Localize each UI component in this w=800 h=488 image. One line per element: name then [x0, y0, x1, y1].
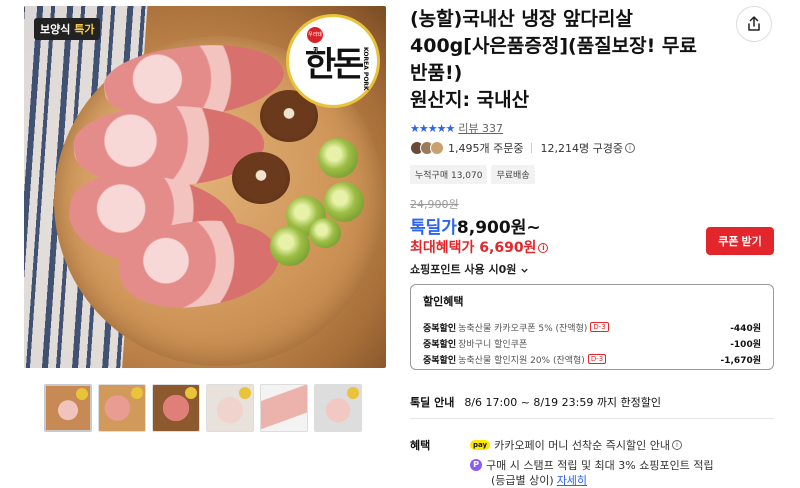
mushroom [232, 152, 290, 204]
grade-text: (등급별 상이) [491, 474, 554, 487]
points-text: 쇼핑포인트 사용 시0원 [410, 263, 517, 276]
thumbnail-6[interactable] [314, 384, 362, 432]
product-title-block: (농할)국내산 냉장 앞다리살 400g[사은품증정](품질보장! 무료반품!)… [410, 6, 710, 114]
brussels-sprout [324, 182, 364, 222]
product-origin: 원산지: 국내산 [410, 89, 530, 111]
promo-badge-prefix: 보양식 [40, 23, 71, 36]
brand-mini-icon [185, 387, 197, 399]
get-coupon-button[interactable]: 쿠폰 받기 [706, 227, 774, 255]
discount-box-title: 할인혜택 [423, 295, 464, 308]
product-main-image: 보양식 특가 우리돼지 한돈 KOREA PORK [24, 6, 386, 368]
hanwoo-brand-logo: 우리돼지 한돈 KOREA PORK [286, 14, 380, 108]
detail-link[interactable]: 자세히 [557, 472, 587, 488]
original-price: 24,900원 [410, 198, 459, 211]
stamp-benefit: P 구매 시 스탬프 적립 및 최대 3% 쇼핑포인트 적립 [470, 457, 714, 473]
buyers-row: 1,495개 주문중 12,214명 구경중 i [410, 140, 635, 156]
deal-info-period: 8/6 17:00 ~ 8/19 23:59 까지 한정할인 [464, 396, 662, 409]
info-icon[interactable]: i [538, 243, 549, 253]
points-dropdown[interactable]: 쇼핑포인트 사용 시0원 [410, 261, 529, 277]
brand-mark-icon: 우리돼지 [307, 27, 323, 54]
thumbnail-5[interactable] [260, 384, 308, 432]
discount-kind: 중복할인 [423, 355, 457, 366]
avatar [430, 141, 444, 155]
buyer-avatars [410, 141, 444, 155]
brand-mini-icon [347, 387, 359, 399]
discount-desc: 장바구니 할인쿠폰 [458, 339, 528, 350]
discount-desc: 농축산물 카카오쿠폰 5% (잔액형) [458, 323, 588, 334]
info-icon[interactable]: i [624, 143, 635, 153]
discount-row: 중복할인 농축산물 카카오쿠폰 5% (잔액형) D-3 -440원 [423, 319, 761, 335]
order-count: 1,495개 주문중 [448, 142, 524, 155]
thumbnail-2[interactable] [98, 384, 146, 432]
product-title: (농할)국내산 냉장 앞다리살 400g[사은품증정](품질보장! 무료반품!) [410, 8, 697, 84]
brussels-sprout [270, 226, 310, 266]
stamp-text: 구매 시 스탬프 적립 및 최대 3% 쇼핑포인트 적립 [486, 459, 714, 472]
max-benefit-price: 최대혜택가 6,690원 i [410, 237, 549, 257]
brussels-sprout [318, 138, 358, 178]
deal-info-label: 톡딜 안내 [410, 396, 455, 409]
info-icon[interactable]: i [672, 440, 682, 450]
deal-price: 톡딜가8,900원~ [410, 213, 541, 238]
brand-name: 한돈 [304, 44, 365, 85]
viewer-count: 12,214명 구경중 [540, 142, 623, 155]
thumbnail-1[interactable] [44, 384, 92, 432]
discount-amount: -1,670원 [720, 355, 761, 366]
discount-amount: -440원 [730, 323, 761, 334]
promo-badge: 보양식 특가 [34, 18, 101, 40]
divider [531, 143, 533, 153]
share-icon [748, 16, 760, 31]
brussels-sprout [309, 218, 341, 248]
stamp-benefit-grade: (등급별 상이) 자세히 [491, 472, 587, 488]
share-button[interactable] [736, 6, 772, 42]
deal-price-value: 8,900원~ [456, 218, 541, 238]
point-icon: P [470, 459, 482, 471]
dday-badge: D-3 [590, 322, 609, 332]
kakaopay-text: 카카오페이 머니 선착순 즉시할인 안내 [494, 439, 670, 452]
discount-row: 중복할인 장바구니 할인쿠폰 -100원 [423, 335, 761, 351]
rating-stars-icon: ★★★★★ [410, 121, 455, 135]
thumbnail-3[interactable] [152, 384, 200, 432]
max-benefit-text: 최대혜택가 6,690원 [410, 240, 537, 256]
benefit-label: 혜택 [410, 439, 431, 452]
discount-amount: -100원 [730, 339, 761, 350]
discount-kind: 중복할인 [423, 339, 457, 350]
review-count-link[interactable]: 리뷰 337 [458, 120, 503, 136]
brand-sub: KOREA PORK [362, 47, 369, 91]
discount-row: 중복할인 농축산물 할인지원 20% (잔액형) D-3 -1,670원 [423, 351, 761, 367]
deal-info-row: 톡딜 안내 8/6 17:00 ~ 8/19 23:59 까지 한정할인 [410, 394, 661, 410]
section-divider [410, 418, 774, 419]
kakaopay-icon: pay [470, 440, 491, 450]
discount-desc: 농축산물 할인지원 20% (잔액형) [458, 355, 585, 366]
chip-cumulative-purchase: 누적구매 13,070 [410, 165, 488, 184]
rating-row: ★★★★★ 리뷰 337 [410, 120, 503, 136]
kakaopay-benefit[interactable]: pay 카카오페이 머니 선착순 즉시할인 안내 i [470, 437, 682, 453]
promo-badge-highlight: 특가 [74, 23, 95, 36]
discount-benefits-box: 할인혜택 중복할인 농축산물 카카오쿠폰 5% (잔액형) D-3 -440원 … [410, 284, 774, 370]
brand-mini-icon [76, 388, 88, 400]
brand-mini-icon [131, 387, 143, 399]
discount-kind: 중복할인 [423, 323, 457, 334]
chevron-down-icon [521, 268, 528, 273]
product-chips: 누적구매 13,070 무료배송 [410, 165, 535, 184]
dday-badge: D-3 [587, 354, 607, 364]
brand-mini-icon [239, 387, 251, 399]
thumbnail-strip [44, 384, 362, 432]
thumbnail-4[interactable] [206, 384, 254, 432]
chip-free-shipping: 무료배송 [491, 165, 535, 184]
deal-price-label: 톡딜가 [410, 218, 457, 238]
